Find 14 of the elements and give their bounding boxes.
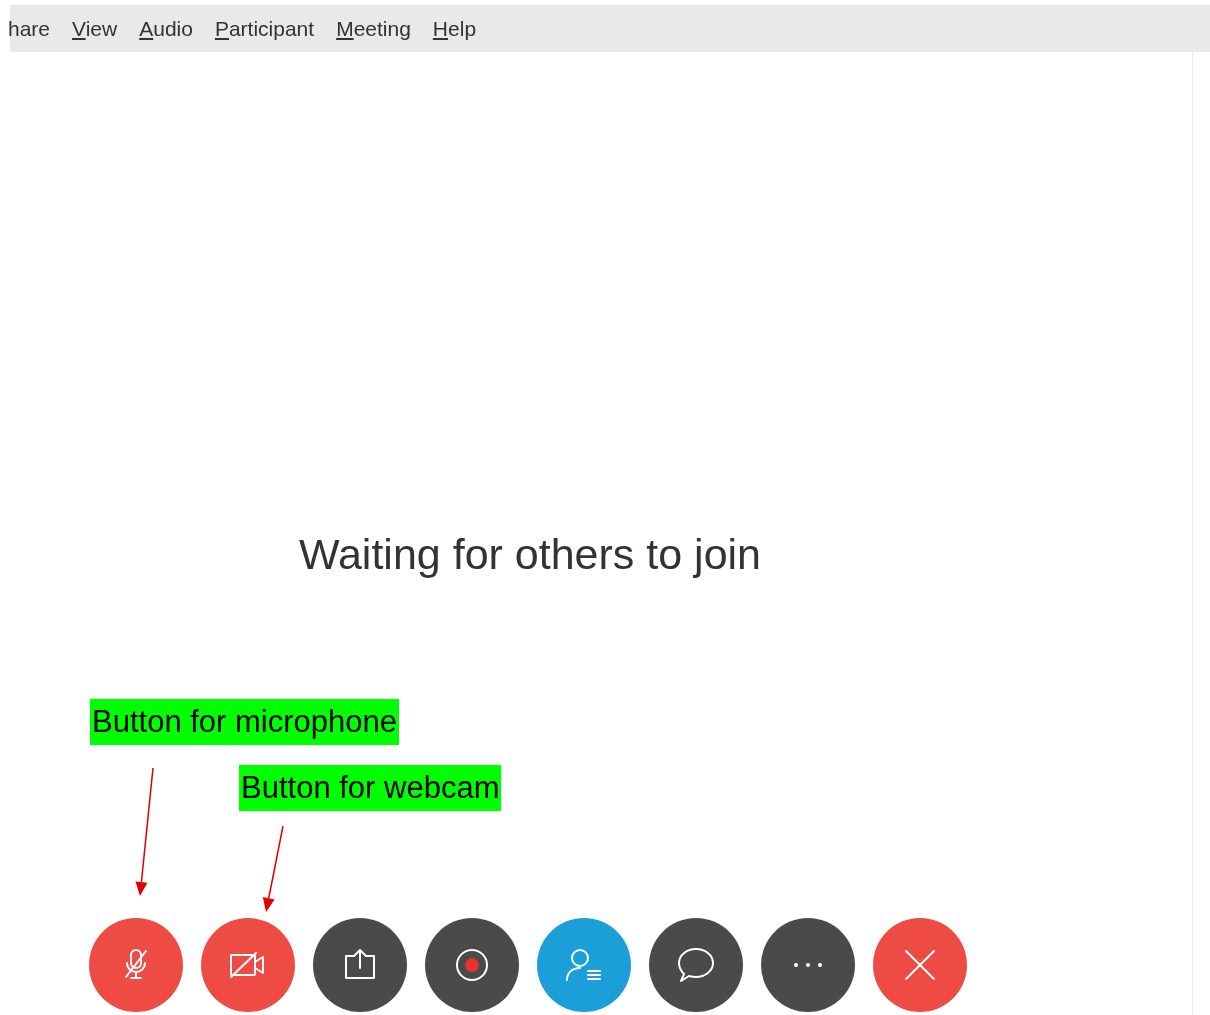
- menu-item[interactable]: View: [72, 12, 118, 45]
- record-icon: [454, 947, 490, 983]
- menu-item[interactable]: Help: [432, 12, 477, 45]
- menu-item[interactable]: Audio: [139, 12, 193, 45]
- participants-icon: [564, 947, 604, 983]
- menu-item[interactable]: Participant: [214, 12, 315, 45]
- annotation-label: Button for microphone: [90, 699, 399, 745]
- status-message: Waiting for others to join: [298, 529, 762, 580]
- annotation-label: Button for webcam: [239, 765, 502, 811]
- more-dots-icon: [793, 962, 823, 968]
- menu-item[interactable]: hare: [8, 12, 51, 45]
- chat-bubble-icon: [676, 946, 716, 984]
- menu-item[interactable]: Meeting: [336, 12, 411, 45]
- close-icon: [903, 948, 937, 982]
